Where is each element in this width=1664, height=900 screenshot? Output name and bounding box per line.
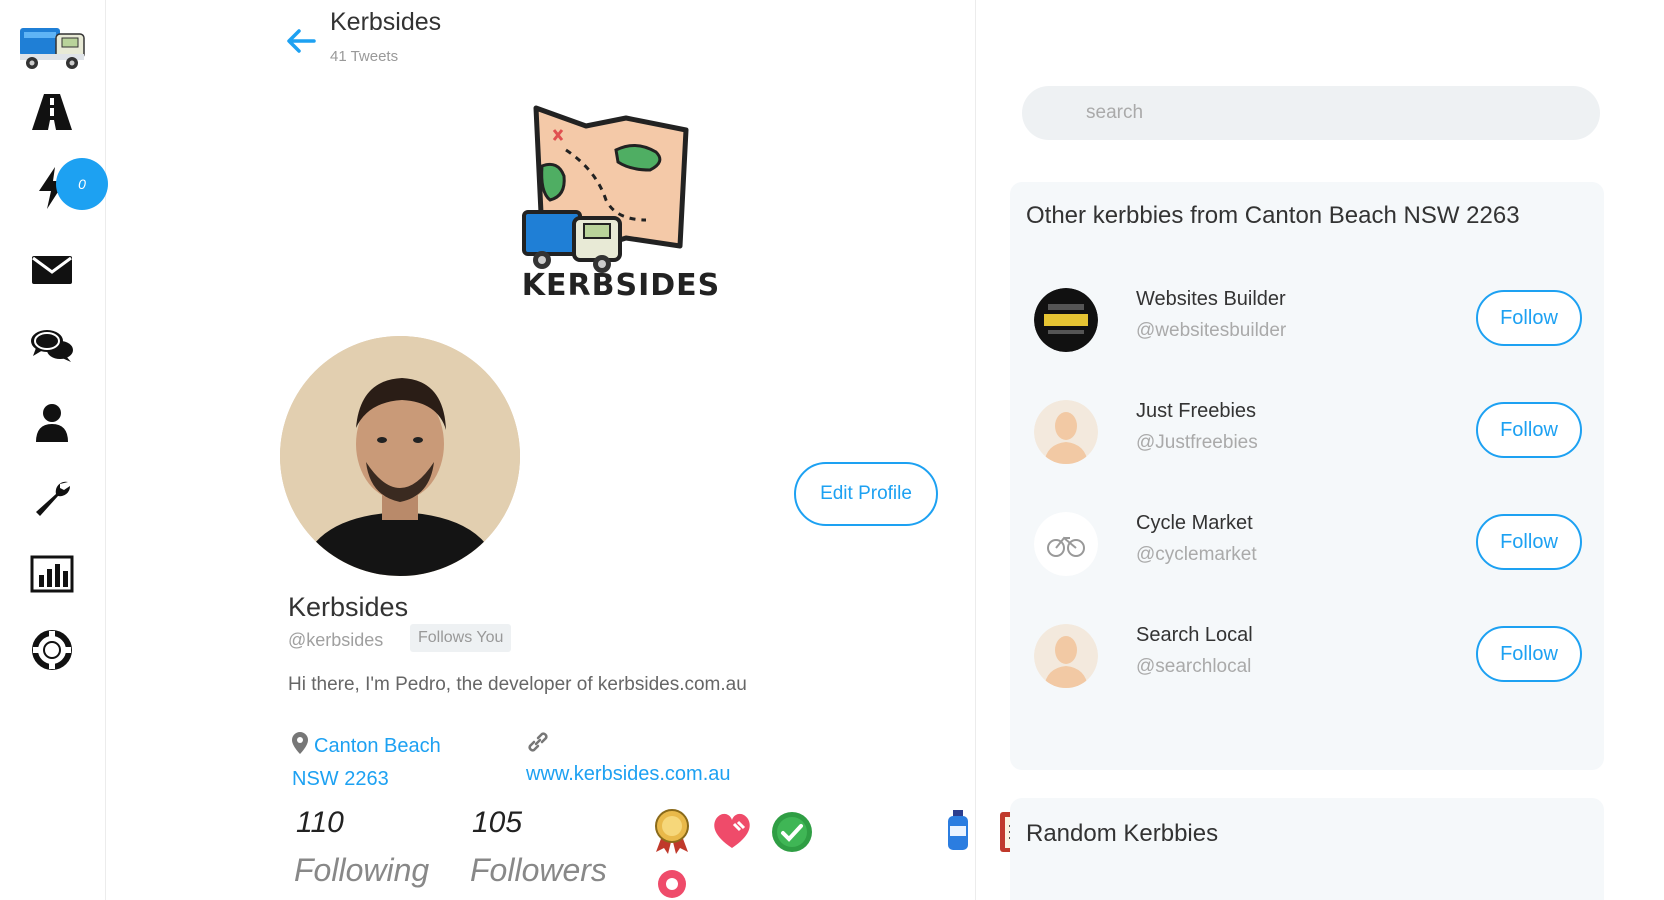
followers-count: 105 [472, 806, 523, 839]
suggestion-handle: @searchlocal [1136, 656, 1252, 677]
search-input[interactable] [1022, 86, 1600, 140]
envelope-icon[interactable] [28, 246, 76, 294]
nearby-kerbbies-panel: Other kerbbies from Canton Beach NSW 226… [1010, 182, 1604, 770]
user-icon[interactable] [28, 398, 76, 446]
suggestion-handle: @Justfreebies [1136, 432, 1258, 453]
suggestion-item: Search Local @searchlocal Follow [1022, 614, 1592, 694]
suggestion-name[interactable]: Cycle Market [1136, 512, 1253, 535]
suggestion-item: Websites Builder @websitesbuilder Follow [1022, 278, 1592, 358]
suggestion-avatar [1034, 624, 1098, 688]
profile-column: Kerbsides 41 Tweets KERBSIDES Edit Profi… [106, 0, 1036, 900]
nearby-panel-title: Other kerbbies from Canton Beach NSW 226… [1026, 202, 1520, 229]
suggestion-name[interactable]: Just Freebies [1136, 400, 1256, 423]
profile-avatar [280, 336, 520, 576]
edit-profile-button[interactable]: Edit Profile [794, 462, 938, 526]
following-link[interactable]: Following [294, 852, 429, 889]
wrench-icon[interactable] [28, 474, 76, 522]
brand-logo-text: KERBSIDES [521, 268, 721, 303]
award-ribbon-icon[interactable] [650, 808, 694, 854]
suggestion-name[interactable]: Search Local [1136, 624, 1253, 647]
lifebuoy-icon[interactable] [28, 626, 76, 674]
random-panel-title: Random Kerbbies [1026, 820, 1219, 847]
suggestion-avatar [1034, 400, 1098, 464]
follow-button[interactable]: Follow [1476, 290, 1582, 346]
suggestion-name[interactable]: Websites Builder [1136, 288, 1286, 311]
map-pin-icon[interactable] [654, 868, 698, 900]
profile-website-link[interactable]: www.kerbsides.com.au [526, 763, 731, 786]
profile-bio: Hi there, I'm Pedro, the developer of ke… [288, 674, 747, 695]
check-circle-icon[interactable] [770, 810, 814, 856]
notification-count-badge: 0 [56, 158, 108, 210]
follows-you-badge: Follows You [410, 624, 512, 652]
heart-icon[interactable] [710, 810, 754, 856]
profile-handle: @kerbsides [288, 630, 384, 650]
tweet-count: 41 Tweets [330, 48, 399, 65]
back-arrow-icon[interactable] [284, 26, 318, 56]
suggestion-avatar [1034, 512, 1098, 576]
left-sidebar: 0 [0, 0, 108, 900]
followers-link[interactable]: Followers [470, 852, 607, 889]
link-icon [526, 730, 550, 759]
bar-chart-icon[interactable] [28, 550, 76, 598]
suggestion-item: Just Freebies @Justfreebies Follow [1022, 390, 1592, 470]
follow-button[interactable]: Follow [1476, 402, 1582, 458]
follow-button[interactable]: Follow [1476, 626, 1582, 682]
truck-logo-icon[interactable] [18, 22, 88, 72]
random-kerbbies-panel: Random Kerbbies [1010, 798, 1604, 900]
follow-button[interactable]: Follow [1476, 514, 1582, 570]
suggestion-item: Cycle Market @cyclemarket Follow [1022, 502, 1592, 582]
water-bottle-icon[interactable] [938, 808, 978, 854]
profile-location[interactable]: Canton Beach NSW 2263 [292, 730, 482, 796]
profile-name: Kerbsides [288, 592, 409, 622]
following-count: 110 [296, 806, 344, 839]
header-title: Kerbsides [330, 8, 442, 36]
suggestion-handle: @websitesbuilder [1136, 320, 1287, 341]
road-icon[interactable] [28, 88, 76, 136]
suggestion-avatar [1034, 288, 1098, 352]
chat-bubbles-icon[interactable] [28, 322, 76, 370]
suggestion-handle: @cyclemarket [1136, 544, 1257, 565]
